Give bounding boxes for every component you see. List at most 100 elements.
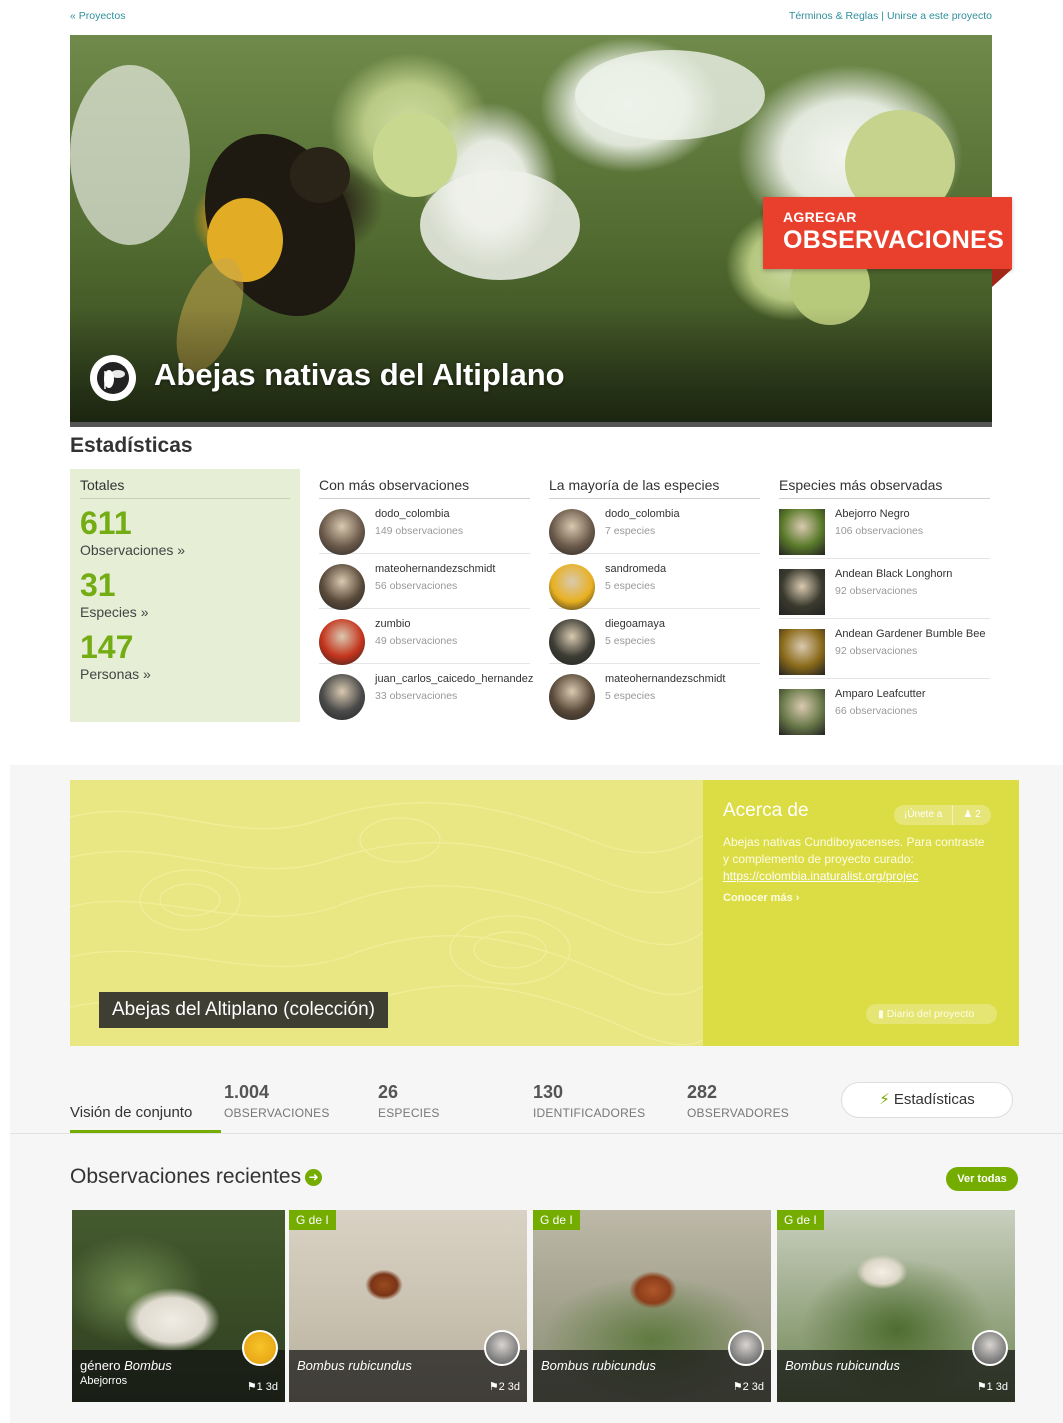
list-item[interactable]: diegoamaya 5 especies bbox=[549, 609, 760, 665]
observation-age: 3d bbox=[507, 1381, 520, 1393]
stats-button[interactable]: ⚡ Estadísticas bbox=[841, 1082, 1013, 1118]
ribbon-fold bbox=[992, 269, 1012, 287]
avatar[interactable] bbox=[319, 564, 365, 610]
tab-stat-value: 26 bbox=[378, 1082, 399, 1102]
list-item[interactable]: dodo_colombia 149 observaciones bbox=[319, 499, 530, 555]
tab-observers[interactable]: 282 OBSERVADORES bbox=[687, 1082, 789, 1120]
list-item[interactable]: Abejorro Negro 106 observaciones bbox=[779, 499, 990, 559]
tab-stat-label: IDENTIFICADORES bbox=[533, 1106, 646, 1120]
user-name[interactable]: dodo_colombia bbox=[605, 507, 680, 521]
species-photo[interactable] bbox=[779, 569, 825, 615]
observation-count: 49 observaciones bbox=[375, 635, 458, 647]
species-photo[interactable] bbox=[779, 509, 825, 555]
species-photo[interactable] bbox=[779, 629, 825, 675]
user-name[interactable]: mateohernandezschmidt bbox=[605, 672, 725, 686]
total-observations-value: 611 bbox=[80, 505, 132, 541]
avatar[interactable] bbox=[549, 509, 595, 555]
add-observations-line2: OBSERVACIONES bbox=[783, 226, 1005, 254]
user-name[interactable]: zumbio bbox=[375, 617, 457, 631]
avatar[interactable] bbox=[972, 1330, 1008, 1366]
totals-observations[interactable]: 611 Observaciones » bbox=[80, 505, 290, 559]
top-species-column: Especies más observadas Abejorro Negro 10… bbox=[779, 477, 990, 739]
list-item[interactable]: Andean Black Longhorn 92 observaciones bbox=[779, 559, 990, 619]
user-name[interactable]: dodo_colombia bbox=[375, 507, 463, 521]
add-observations-line1: AGREGAR bbox=[783, 209, 857, 225]
avatar[interactable] bbox=[319, 619, 365, 665]
top-observers-column: Con más observaciones dodo_colombia 149 o… bbox=[319, 477, 533, 720]
tab-species[interactable]: 26 ESPECIES bbox=[378, 1082, 440, 1120]
list-item[interactable]: mateohernandezschmidt 56 observaciones bbox=[319, 554, 530, 610]
avatar[interactable] bbox=[242, 1330, 278, 1366]
avatar[interactable] bbox=[549, 674, 595, 720]
id-icon: ⚑ bbox=[732, 1381, 743, 1393]
avatar[interactable] bbox=[728, 1330, 764, 1366]
bolt-icon: ⚡ bbox=[879, 1091, 890, 1108]
list-item[interactable]: Andean Gardener Bumble Bee 92 observacion… bbox=[779, 619, 990, 679]
join-button[interactable]: ¡Únete a ♟ 2 bbox=[894, 805, 991, 825]
research-grade-badge: G de I bbox=[289, 1210, 336, 1230]
list-item[interactable]: Amparo Leafcutter 66 observaciones bbox=[779, 679, 990, 739]
arrow-right-circle-icon[interactable]: ➜ bbox=[305, 1168, 323, 1186]
journal-icon: ▮ bbox=[878, 1008, 884, 1020]
observation-meta: ⚑1 3d bbox=[247, 1380, 278, 1393]
observation-count: 92 observaciones bbox=[835, 585, 918, 597]
project-journal-button[interactable]: ▮ Diario del proyecto bbox=[866, 1004, 997, 1024]
tab-stat-value: 1.004 bbox=[224, 1082, 270, 1102]
stats-heading: Estadísticas bbox=[70, 434, 193, 457]
observation-card[interactable]: G de I Bombus rubicundus ⚑2 3d bbox=[289, 1210, 527, 1402]
project-hero: Abejas nativas del Altiplano AGREGAR OBS… bbox=[70, 35, 1012, 427]
tab-observations[interactable]: 1.004 OBSERVACIONES bbox=[224, 1082, 330, 1120]
list-item[interactable]: mateohernandezschmidt 5 especies bbox=[549, 664, 760, 720]
view-all-button[interactable]: Ver todas bbox=[946, 1167, 1018, 1191]
species-count: 7 especies bbox=[605, 525, 656, 537]
totals-people[interactable]: 147 Personas » bbox=[80, 629, 290, 683]
totals-heading: Totales bbox=[80, 477, 290, 499]
observation-meta: ⚑1 3d bbox=[977, 1380, 1008, 1393]
avatar[interactable] bbox=[319, 674, 365, 720]
avatar[interactable] bbox=[549, 564, 595, 610]
observation-taxon: Bombus rubicundus bbox=[541, 1358, 763, 1373]
back-to-projects-link[interactable]: « Proyectos bbox=[70, 10, 125, 22]
collection-title[interactable]: Abejas del Altiplano (colección) bbox=[99, 992, 388, 1028]
total-observations-label[interactable]: Observaciones » bbox=[80, 541, 290, 559]
top-nav: « Proyectos Términos & Reglas | Unirse a e… bbox=[70, 10, 992, 26]
member-count-value: 2 bbox=[975, 809, 981, 820]
avatar[interactable] bbox=[484, 1330, 520, 1366]
total-people-label[interactable]: Personas » bbox=[80, 665, 290, 683]
project-url-link[interactable]: https://colombia.inaturalist.org/projec bbox=[723, 869, 918, 883]
avatar[interactable] bbox=[549, 619, 595, 665]
user-name[interactable]: juan_carlos_caicedo_hernandez bbox=[375, 672, 533, 686]
observation-card[interactable]: G de I Bombus rubicundus ⚑2 3d bbox=[533, 1210, 771, 1402]
avatar[interactable] bbox=[319, 509, 365, 555]
species-name[interactable]: Andean Black Longhorn bbox=[835, 567, 952, 581]
list-item[interactable]: dodo_colombia 7 especies bbox=[549, 499, 760, 555]
list-item[interactable]: juan_carlos_caicedo_hernandez 33 observac… bbox=[319, 664, 533, 720]
terms-link[interactable]: Términos & Reglas bbox=[789, 10, 878, 22]
user-name[interactable]: sandromeda bbox=[605, 562, 666, 576]
taxon-name: Bombus rubicundus bbox=[541, 1358, 656, 1373]
tab-identifiers[interactable]: 130 IDENTIFICADORES bbox=[533, 1082, 645, 1120]
species-photo[interactable] bbox=[779, 689, 825, 735]
user-icon: ♟ bbox=[963, 809, 973, 820]
learn-more-link[interactable]: Conocer más › bbox=[723, 892, 999, 904]
list-item[interactable]: sandromeda 5 especies bbox=[549, 554, 760, 610]
add-observations-button[interactable]: AGREGAR OBSERVACIONES bbox=[763, 197, 1012, 269]
top-nav-right: Términos & Reglas | Unirse a este proyecto bbox=[789, 10, 992, 22]
species-name[interactable]: Andean Gardener Bumble Bee bbox=[835, 627, 985, 641]
join-label[interactable]: ¡Únete a bbox=[894, 805, 952, 825]
species-name[interactable]: Abejorro Negro bbox=[835, 507, 923, 521]
observation-count: 56 observaciones bbox=[375, 580, 458, 592]
user-name[interactable]: diegoamaya bbox=[605, 617, 665, 631]
observation-card[interactable]: G de I Bombus rubicundus ⚑1 3d bbox=[777, 1210, 1015, 1402]
taxon-rank: género bbox=[80, 1358, 125, 1373]
member-count: ♟ 2 bbox=[952, 805, 990, 825]
tab-overview[interactable]: Visión de conjunto bbox=[70, 1104, 192, 1121]
totals-species[interactable]: 31 Especies » bbox=[80, 567, 290, 621]
observation-card[interactable]: género Bombus Abejorros ⚑1 3d bbox=[72, 1210, 285, 1402]
total-species-label[interactable]: Especies » bbox=[80, 603, 290, 621]
list-item[interactable]: zumbio 49 observaciones bbox=[319, 609, 530, 665]
species-name[interactable]: Amparo Leafcutter bbox=[835, 687, 926, 701]
user-name[interactable]: mateohernandezschmidt bbox=[375, 562, 495, 576]
id-icon: ⚑ bbox=[976, 1381, 987, 1393]
join-project-link[interactable]: Unirse a este proyecto bbox=[887, 10, 992, 22]
